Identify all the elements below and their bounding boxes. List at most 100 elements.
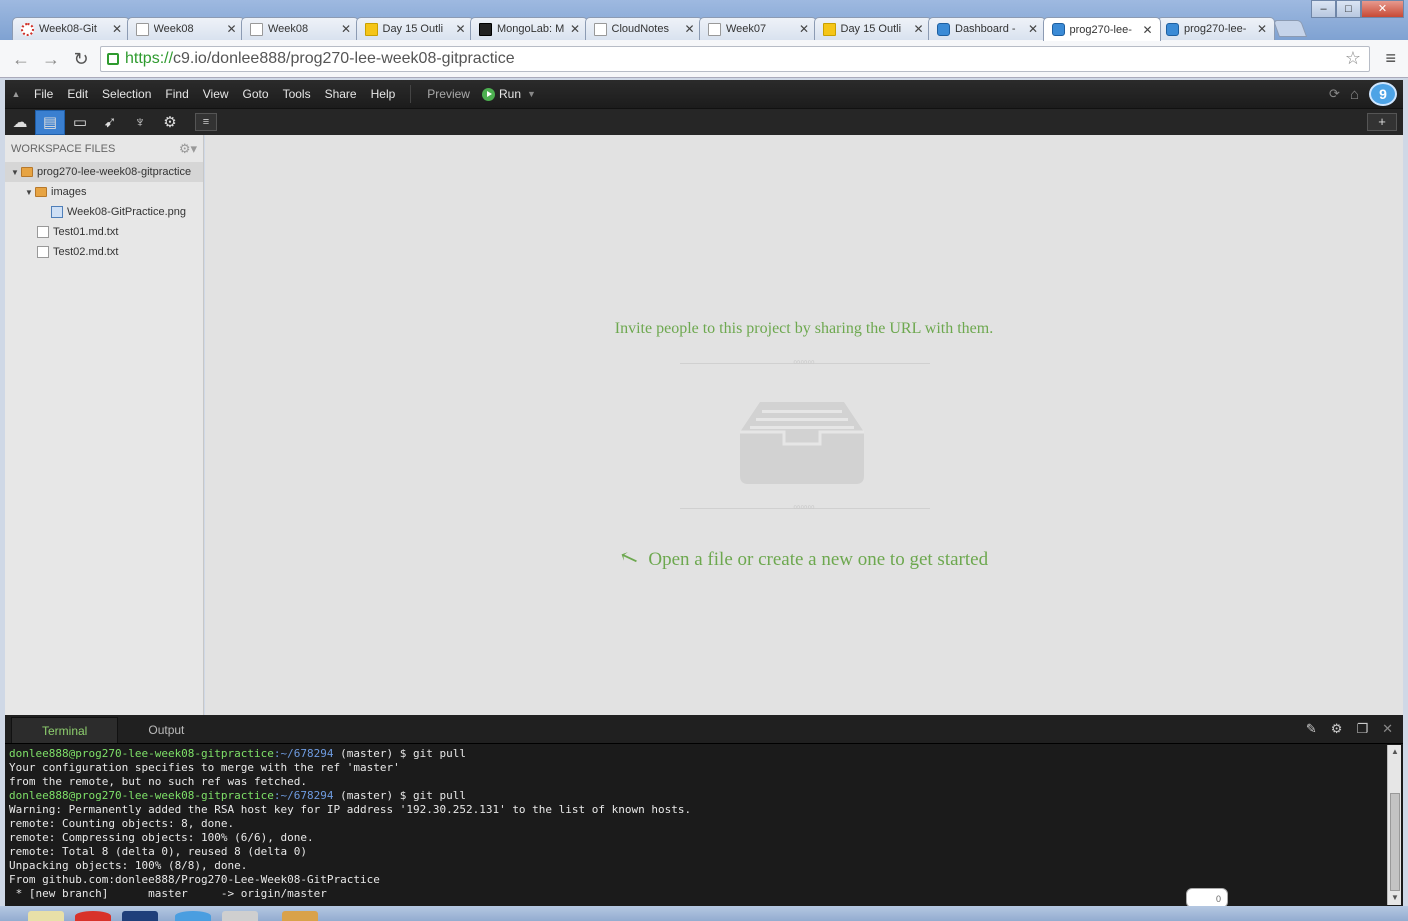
terminal-output[interactable]: donlee888@prog270-lee-week08-gitpractice… [5, 745, 1388, 905]
menu-view[interactable]: View [196, 87, 236, 101]
close-tab-icon[interactable]: ✕ [684, 22, 696, 36]
browser-tab[interactable]: CloudNotes ✕ [584, 17, 703, 40]
scroll-down-icon[interactable]: ▼ [1388, 891, 1402, 905]
address-bar[interactable]: https://c9.io/donlee888/prog270-lee-week… [100, 46, 1370, 72]
url-scheme: https:// [125, 50, 174, 67]
menu-file[interactable]: File [27, 87, 60, 101]
close-tab-icon[interactable]: ✕ [1027, 22, 1039, 36]
close-tab-icon[interactable]: ✕ [111, 22, 123, 36]
close-window-button[interactable]: ✕ [1361, 0, 1404, 18]
menu-tools[interactable]: Tools [276, 87, 318, 101]
browser-tab[interactable]: Day 15 Outli ✕ [813, 17, 932, 40]
terminal-text: Warning: Permanently added the RSA host … [9, 803, 692, 816]
app-taskbar-icon[interactable] [282, 911, 318, 921]
workspace-files-icon[interactable]: ▤ [35, 109, 65, 135]
tree-folder[interactable]: ▼ images [5, 182, 203, 202]
scroll-up-icon[interactable]: ▲ [1388, 745, 1402, 759]
close-tab-icon[interactable]: ✕ [226, 22, 238, 36]
browser-tab[interactable]: Week08 ✕ [241, 17, 359, 40]
tree-file[interactable]: Test02.md.txt [5, 242, 203, 262]
tab-terminal[interactable]: Terminal [11, 717, 119, 743]
home-icon[interactable]: ⌂ [1350, 86, 1359, 103]
editor-empty-state: Invite people to this project by sharing… [205, 135, 1403, 715]
browser-tab[interactable]: Week08-Git ✕ [12, 17, 130, 40]
app-taskbar-icon[interactable] [175, 911, 211, 921]
clear-console-icon[interactable]: ✎ [1306, 721, 1317, 737]
scrollbar-thumb[interactable] [1390, 793, 1400, 891]
expand-toggle-icon[interactable]: ▼ [23, 188, 35, 197]
maximize-button[interactable]: □ [1336, 0, 1361, 18]
app-taskbar-icon[interactable] [122, 911, 158, 921]
open-files-icon[interactable]: ▭ [65, 110, 95, 135]
curved-arrow-icon: ↖ [616, 542, 642, 573]
browser-tab[interactable]: prog270-lee- ✕ [1157, 17, 1275, 40]
terminal-text: Your configuration specifies to merge wi… [9, 761, 400, 774]
open-file-hint: ↖ Open a file or create a new one to get … [205, 542, 1403, 573]
terminal-scrollbar[interactable]: ▲ ▼ [1387, 745, 1401, 905]
browser-tab-strip: Week08-Git ✕ Week08 ✕ Week08 ✕ Day 15 Outli ✕ Mo… [0, 0, 1408, 41]
browser-tab[interactable]: Day 15 Outli ✕ [355, 17, 474, 40]
tree-folder[interactable]: ▼ prog270-lee-week08-gitpractice [5, 162, 203, 182]
run-debug-icon[interactable]: ➹ [95, 110, 125, 135]
close-tab-icon[interactable]: ✕ [569, 22, 581, 36]
tree-file[interactable]: Week08-GitPractice.png [5, 202, 203, 222]
forward-icon[interactable]: → [40, 48, 62, 70]
close-tab-icon[interactable]: ✕ [340, 22, 352, 36]
app-taskbar-icon[interactable] [222, 911, 258, 921]
terminal-text: remote: Total 8 (delta 0), reused 8 (del… [9, 845, 308, 858]
tree-label: prog270-lee-week08-gitpractice [37, 166, 192, 178]
close-tab-icon[interactable]: ✕ [1256, 22, 1268, 36]
slides-icon [822, 22, 836, 36]
minimize-button[interactable]: – [1311, 0, 1336, 18]
bookmark-star-icon[interactable]: ☆ [1345, 48, 1361, 69]
browser-tab[interactable]: MongoLab: M ✕ [470, 17, 588, 40]
close-tab-icon[interactable]: ✕ [455, 22, 467, 36]
chat-bubble-icon[interactable]: 0 [1186, 888, 1228, 908]
menu-goto[interactable]: Goto [236, 87, 276, 101]
ide-menubar-right: ⟳ ⌂ 9 [1329, 82, 1403, 106]
cloud9-menu-icon[interactable]: ☁ [5, 110, 35, 135]
close-tab-icon[interactable]: ✕ [1142, 23, 1154, 37]
console-settings-icon[interactable]: ⚙ [1331, 721, 1343, 737]
slides-icon [364, 22, 378, 36]
menu-edit[interactable]: Edit [60, 87, 95, 101]
tab-title: Week08-Git [39, 23, 97, 35]
close-console-icon[interactable]: ✕ [1382, 721, 1393, 737]
cloud9-logo-icon[interactable]: 9 [1369, 82, 1397, 106]
maximize-console-icon[interactable]: ❐ [1356, 721, 1368, 737]
console-tab-bar: Terminal Output ✎ ⚙ ❐ ✕ [5, 715, 1403, 744]
new-tab-button[interactable] [1272, 20, 1308, 37]
preview-button[interactable]: Preview [419, 87, 478, 101]
menu-selection[interactable]: Selection [95, 87, 158, 101]
browser-tab[interactable]: prog270-lee- ✕ [1042, 17, 1161, 41]
console-panel: Terminal Output ✎ ⚙ ❐ ✕ donlee888@prog27… [5, 715, 1403, 921]
menu-share[interactable]: Share [318, 87, 364, 101]
chevron-down-icon[interactable]: ▼ [527, 89, 536, 99]
browser-tab[interactable]: Week08 ✕ [126, 17, 245, 40]
collapse-menubar-icon[interactable]: ▲ [5, 89, 27, 99]
tree-file[interactable]: Test01.md.txt [5, 222, 203, 242]
c9-icon [1051, 23, 1065, 36]
menu-help[interactable]: Help [364, 87, 403, 101]
chrome-taskbar-icon[interactable] [75, 911, 111, 921]
back-icon[interactable]: ← [10, 48, 32, 70]
tab-title: prog270-lee- [1184, 23, 1247, 35]
editor-tabs-menu-icon[interactable]: ≡ [195, 113, 217, 131]
explorer-taskbar-icon[interactable] [28, 911, 64, 921]
play-icon [481, 87, 495, 101]
close-tab-icon[interactable]: ✕ [798, 22, 810, 36]
folder-icon [21, 167, 33, 177]
browser-tab[interactable]: Dashboard - ✕ [928, 17, 1046, 40]
sidebar-settings-icon[interactable]: ⚙▾ [179, 141, 197, 157]
reload-icon[interactable]: ↻ [70, 48, 92, 70]
close-tab-icon[interactable]: ✕ [913, 22, 925, 36]
browser-tab[interactable]: Week07 ✕ [699, 17, 817, 40]
run-button[interactable]: Run ▼ [478, 87, 540, 101]
add-tab-button[interactable]: + [1367, 113, 1397, 131]
deploy-icon[interactable]: ♆ [125, 110, 155, 135]
expand-toggle-icon[interactable]: ▼ [9, 168, 21, 177]
tab-output[interactable]: Output [118, 717, 214, 743]
settings-gear-icon[interactable]: ⚙ [155, 110, 185, 135]
browser-menu-icon[interactable]: ≡ [1385, 48, 1396, 69]
menu-find[interactable]: Find [158, 87, 195, 101]
